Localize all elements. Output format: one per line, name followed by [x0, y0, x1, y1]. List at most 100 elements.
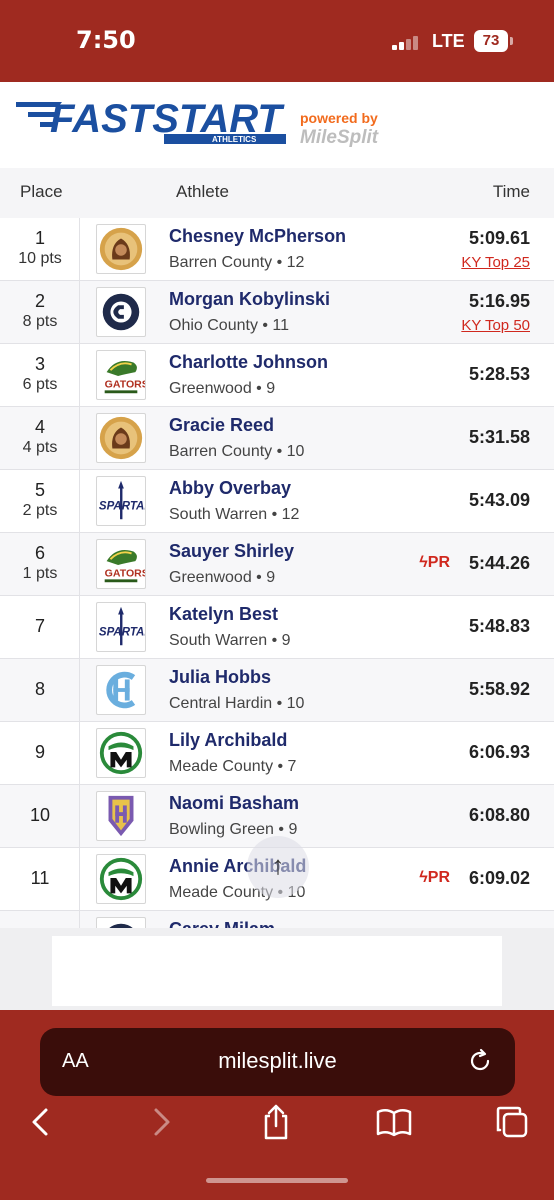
time-value: 5:44.26: [468, 553, 530, 573]
address-bar[interactable]: AA milesplit.live: [40, 1028, 515, 1096]
table-row[interactable]: Carey Milam: [0, 911, 554, 928]
place-cell: 6 1 pts: [0, 533, 80, 596]
svg-text:SPARTANS: SPARTANS: [99, 501, 145, 513]
place-number: 8: [34, 679, 45, 699]
place-number: 2: [34, 291, 45, 311]
time-value: 5:43.09: [468, 490, 530, 510]
pr-badge: ϟPR: [419, 869, 450, 886]
place-number: 5: [34, 480, 45, 500]
athlete-school-grade: Meade County • 7: [169, 758, 297, 775]
place-number: 1: [34, 228, 45, 248]
header-place: Place: [20, 182, 63, 201]
pr-badge: ϟPR: [419, 554, 450, 571]
athlete-school-grade: Barren County • 12: [169, 254, 305, 271]
athlete-name-link[interactable]: Carey Milam: [169, 919, 275, 928]
logo-sub: ATHLETICS: [212, 135, 257, 144]
milesplit-logo: MileSplit: [300, 127, 379, 148]
team-logo[interactable]: [96, 665, 146, 715]
svg-text:GATORS: GATORS: [105, 567, 145, 579]
table-row[interactable]: 7 SPARTANS Katelyn Best South Warren • 9…: [0, 596, 554, 659]
team-logo[interactable]: SPARTANS: [96, 602, 146, 652]
ad-area: [0, 928, 554, 1010]
team-logo[interactable]: [96, 413, 146, 463]
scroll-to-top-button[interactable]: ↑: [247, 836, 309, 898]
place-cell: 3 6 pts: [0, 344, 80, 407]
athlete-name-link[interactable]: Naomi Basham: [169, 793, 299, 814]
status-bar: 7:50 LTE 73: [0, 0, 554, 82]
athlete-name-link[interactable]: Julia Hobbs: [169, 667, 271, 688]
signal-icon: [392, 34, 420, 50]
place-points: 10 pts: [18, 250, 62, 267]
team-logo[interactable]: GATORS: [96, 350, 146, 400]
time-value: 6:09.02: [468, 868, 530, 888]
athlete-school-grade: South Warren • 9: [169, 632, 291, 649]
athlete-school-grade: South Warren • 12: [169, 506, 300, 523]
state-rank-link[interactable]: KY Top 50: [461, 317, 530, 334]
table-row[interactable]: 2 8 pts Morgan Kobylinski Ohio County • …: [0, 281, 554, 344]
back-icon[interactable]: [22, 1102, 62, 1142]
time-value: 5:16.95: [468, 291, 530, 311]
powered-by-label: powered by: [300, 110, 378, 126]
athlete-name-link[interactable]: Lily Archibald: [169, 730, 287, 751]
team-logo[interactable]: [96, 854, 146, 904]
time-value: 6:06.93: [468, 742, 530, 762]
athlete-name-link[interactable]: Gracie Reed: [169, 415, 274, 436]
network-label: LTE: [432, 31, 465, 51]
state-rank-link[interactable]: KY Top 25: [461, 254, 530, 271]
time-value: 5:58.92: [468, 679, 530, 699]
place-cell: 5 2 pts: [0, 470, 80, 533]
place-cell: 10: [0, 785, 80, 848]
table-row[interactable]: 3 6 pts GATORS Charlotte Johnson Greenwo…: [0, 344, 554, 407]
time-value: 5:28.53: [468, 364, 530, 384]
svg-text:SPARTANS: SPARTANS: [99, 627, 145, 639]
table-row[interactable]: 1 10 pts Chesney McPherson Barren County…: [0, 218, 554, 281]
team-logo[interactable]: GATORS: [96, 539, 146, 589]
place-number: 10: [29, 805, 51, 825]
place-cell: 7: [0, 596, 80, 659]
team-logo[interactable]: [96, 287, 146, 337]
battery-icon: 73: [474, 30, 508, 52]
athlete-name-link[interactable]: Charlotte Johnson: [169, 352, 328, 373]
status-time: 7:50: [76, 26, 136, 54]
home-indicator: [206, 1178, 348, 1183]
team-logo[interactable]: [96, 728, 146, 778]
ad-slot[interactable]: [52, 936, 502, 1006]
tabs-icon[interactable]: [492, 1102, 532, 1142]
url-text: milesplit.live: [218, 1048, 337, 1073]
athlete-name-link[interactable]: Chesney McPherson: [169, 226, 346, 247]
header-time: Time: [492, 182, 530, 201]
athlete-name-link[interactable]: Katelyn Best: [169, 604, 278, 625]
powered-by: powered by MileSplit: [300, 110, 410, 149]
bookmarks-icon[interactable]: [374, 1102, 414, 1142]
place-cell: 8: [0, 659, 80, 722]
athlete-name-link[interactable]: Abby Overbay: [169, 478, 291, 499]
team-logo[interactable]: [96, 917, 146, 928]
team-logo[interactable]: SPARTANS: [96, 476, 146, 526]
athlete-name-link[interactable]: Morgan Kobylinski: [169, 289, 330, 310]
team-logo[interactable]: [96, 224, 146, 274]
place-number: 6: [34, 543, 45, 563]
time-value: 5:31.58: [468, 427, 530, 447]
place-number: 4: [34, 417, 45, 437]
reload-icon[interactable]: [467, 1048, 493, 1074]
place-cell: 9: [0, 722, 80, 785]
time-value: 6:08.80: [468, 805, 530, 825]
table-row[interactable]: 9 Lily Archibald Meade County • 7 6:06.9…: [0, 722, 554, 785]
forward-icon[interactable]: [140, 1102, 180, 1142]
table-row[interactable]: 4 4 pts Gracie Reed Barren County • 10 5…: [0, 407, 554, 470]
place-points: 2 pts: [22, 502, 58, 519]
faststart-logo[interactable]: FASTSTART ATHLETICS: [14, 88, 304, 158]
nav-toolbar: [0, 1102, 554, 1162]
athlete-school-grade: Central Hardin • 10: [169, 695, 305, 712]
time-value: 5:09.61: [468, 228, 530, 248]
team-logo[interactable]: [96, 791, 146, 841]
share-icon[interactable]: [256, 1102, 296, 1142]
table-row[interactable]: 5 2 pts SPARTANS Abby Overbay South Warr…: [0, 470, 554, 533]
table-row[interactable]: 6 1 pts GATORS Sauyer Shirley Greenwood …: [0, 533, 554, 596]
place-cell: 2 8 pts: [0, 281, 80, 344]
pr-label: PR: [427, 554, 450, 571]
athlete-name-link[interactable]: Sauyer Shirley: [169, 541, 294, 562]
place-points: 1 pts: [22, 565, 58, 582]
header-athlete: Athlete: [176, 182, 229, 201]
table-row[interactable]: 8 Julia Hobbs Central Hardin • 10 5:58.9…: [0, 659, 554, 722]
